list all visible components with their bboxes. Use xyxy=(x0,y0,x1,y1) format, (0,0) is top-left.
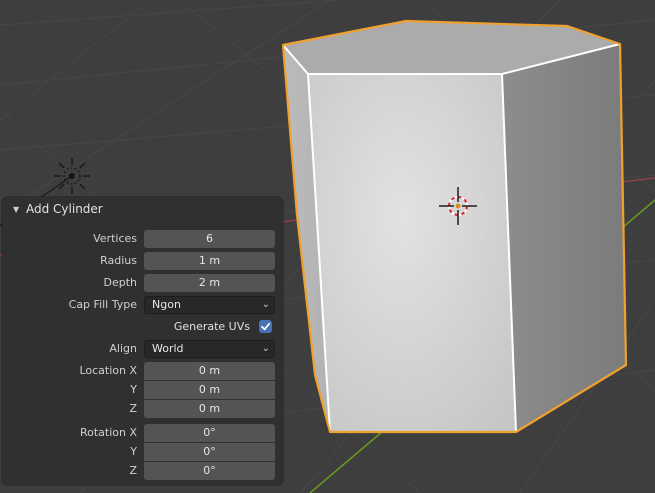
chevron-down-icon: ⌄ xyxy=(261,299,270,310)
hexagonal-cylinder-mesh xyxy=(281,19,628,434)
rotation-y-field[interactable]: 0° xyxy=(144,443,275,461)
rotation-y-row: Y 0° xyxy=(2,442,283,462)
cap-fill-type-label: Cap Fill Type xyxy=(68,298,137,311)
cylinder-front-face xyxy=(308,74,516,432)
location-z-label: Z xyxy=(129,402,137,415)
vertices-field[interactable]: 6 xyxy=(144,230,275,248)
location-y-field[interactable]: 0 m xyxy=(144,381,275,399)
depth-row: Depth 2 m xyxy=(2,273,283,293)
chevron-down-icon: ⌄ xyxy=(261,343,270,354)
location-x-row: Location X 0 m xyxy=(2,361,283,381)
location-z-field[interactable]: 0 m xyxy=(144,400,275,418)
rotation-x-row: Rotation X 0° xyxy=(2,423,283,443)
rotation-z-row: Z 0° xyxy=(2,461,283,481)
align-label: Align xyxy=(109,342,137,355)
location-y-label: Y xyxy=(130,383,137,396)
depth-field[interactable]: 2 m xyxy=(144,274,275,292)
rotation-x-label: Rotation X xyxy=(79,426,137,439)
align-value: World xyxy=(152,342,184,355)
rotation-z-label: Z xyxy=(129,464,137,477)
generate-uvs-row: Generate UVs xyxy=(2,317,283,337)
panel-title: Add Cylinder xyxy=(26,202,103,216)
vertices-label: Vertices xyxy=(93,232,137,245)
depth-label: Depth xyxy=(103,276,137,289)
rotation-x-field[interactable]: 0° xyxy=(144,424,275,442)
check-icon xyxy=(261,322,271,331)
cylinder-right-face xyxy=(502,44,626,432)
rotation-z-field[interactable]: 0° xyxy=(144,462,275,480)
location-x-label: Location X xyxy=(79,364,137,377)
align-dropdown[interactable]: World ⌄ xyxy=(144,340,275,358)
generate-uvs-checkbox[interactable] xyxy=(259,320,272,333)
align-row: Align World ⌄ xyxy=(2,339,283,359)
radius-label: Radius xyxy=(100,254,137,267)
radius-row: Radius 1 m xyxy=(2,251,283,271)
generate-uvs-label[interactable]: Generate UVs xyxy=(174,317,250,337)
triangle-down-icon[interactable]: ▼ xyxy=(13,205,24,214)
add-cylinder-panel: ▼ Add Cylinder Vertices 6 Radius 1 m Dep… xyxy=(2,197,283,485)
location-z-row: Z 0 m xyxy=(2,399,283,419)
vertices-row: Vertices 6 xyxy=(2,229,283,249)
panel-header[interactable]: ▼ Add Cylinder xyxy=(2,197,283,221)
location-x-field[interactable]: 0 m xyxy=(144,362,275,380)
radius-field[interactable]: 1 m xyxy=(144,252,275,270)
cap-fill-type-dropdown[interactable]: Ngon ⌄ xyxy=(144,296,275,314)
cap-fill-type-value: Ngon xyxy=(152,298,181,311)
location-y-row: Y 0 m xyxy=(2,380,283,400)
rotation-y-label: Y xyxy=(130,445,137,458)
cap-fill-type-row: Cap Fill Type Ngon ⌄ xyxy=(2,295,283,315)
